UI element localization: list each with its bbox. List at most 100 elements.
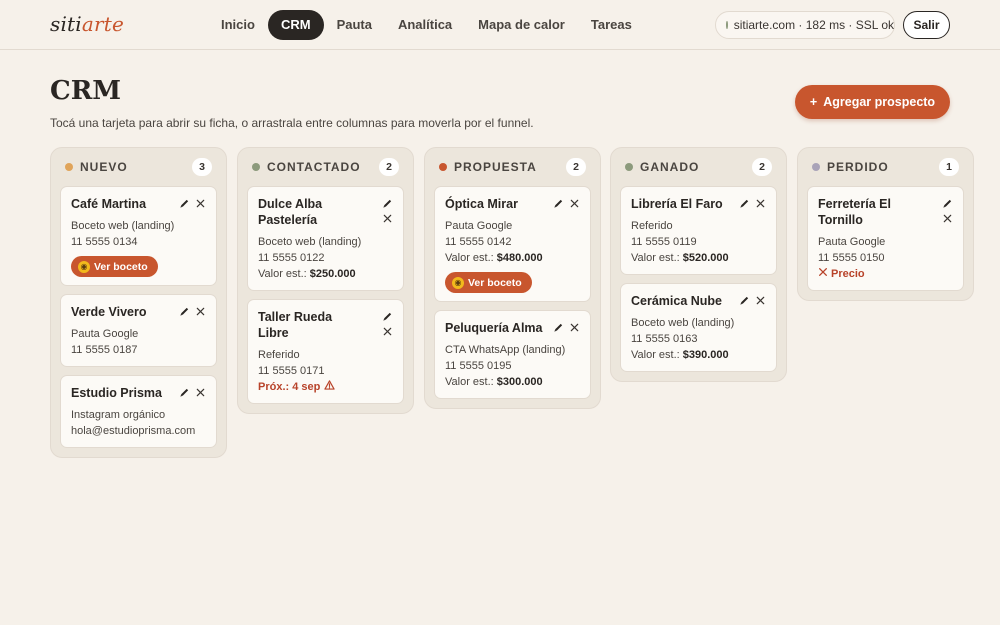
prospect-source: Boceto web (landing)	[631, 317, 735, 329]
prospect-contact: 11 5555 0134	[71, 236, 138, 248]
column-status-dot-icon	[65, 163, 73, 171]
nav-item-crm[interactable]: CRM	[267, 10, 324, 40]
column-count-badge: 2	[566, 158, 586, 176]
prospect-name: Ferretería El Tornillo	[818, 197, 891, 227]
column-title: CONTACTADO	[267, 160, 361, 174]
delete-close-icon[interactable]	[381, 212, 393, 224]
prospect-card[interactable]: Peluquería Alma CTA WhatsApp (landing) 11 …	[434, 310, 591, 399]
column-ganado[interactable]: GANADO 2 Librería El Faro Referido 11 5555 0…	[610, 147, 787, 382]
next-followup: Próx.: 4 sep	[258, 379, 393, 395]
prospect-card[interactable]: Taller Rueda Libre Referido 11 5555 0171 Pr…	[247, 299, 404, 404]
delete-close-icon[interactable]	[194, 305, 206, 317]
card-actions	[941, 197, 953, 224]
prospect-source: Referido	[631, 220, 673, 232]
edit-pencil-icon[interactable]	[178, 386, 190, 398]
nav-item-inicio[interactable]: Inicio	[208, 10, 268, 40]
card-header: Ferretería El Tornillo	[818, 196, 953, 228]
column-title: GANADO	[640, 160, 700, 174]
edit-pencil-icon[interactable]	[738, 294, 750, 306]
delete-close-icon[interactable]	[568, 321, 580, 333]
add-prospect-button[interactable]: + Agregar prospecto	[795, 85, 950, 119]
card-actions	[738, 294, 766, 306]
card-actions	[552, 321, 580, 333]
column-perdido[interactable]: PERDIDO 1 Ferretería El Tornillo Pauta Goog…	[797, 147, 974, 301]
card-header: Peluquería Alma	[445, 320, 580, 336]
estimated-value-amount: $300.000	[496, 376, 543, 388]
card-header: Óptica Mirar	[445, 196, 580, 212]
lost-reason: Precio	[818, 266, 953, 282]
delete-close-icon[interactable]	[941, 212, 953, 224]
mockup-emoji-icon: ◉	[78, 260, 90, 273]
view-mockup-label: Ver boceto	[94, 260, 148, 273]
column-header: PROPUESTA 2	[434, 148, 591, 186]
card-header: Café Martina	[71, 196, 206, 212]
prospect-name: Dulce Alba Pastelería	[258, 197, 323, 227]
card-actions	[381, 310, 393, 337]
nav-item-mapa-de-calor[interactable]: Mapa de calor	[465, 10, 578, 40]
edit-pencil-icon[interactable]	[552, 321, 564, 333]
site-status-text: sitiarte.com · 182 ms · SSL ok	[733, 18, 894, 32]
estimated-value-amount: $390.000	[682, 349, 729, 361]
view-mockup-button[interactable]: ◉ Ver boceto	[71, 256, 158, 277]
column-title: PERDIDO	[827, 160, 889, 174]
prospect-contact: 11 5555 0150	[818, 252, 885, 264]
column-nuevo[interactable]: NUEVO 3 Café Martina Boceto web (landing) 11…	[50, 147, 227, 458]
prospect-card[interactable]: Ferretería El Tornillo Pauta Google 11 555…	[807, 186, 964, 291]
edit-pencil-icon[interactable]	[552, 197, 564, 209]
edit-pencil-icon[interactable]	[178, 197, 190, 209]
card-header: Verde Vivero	[71, 304, 206, 320]
prospect-name: Verde Vivero	[71, 305, 147, 319]
column-contactado[interactable]: CONTACTADO 2 Dulce Alba Pastelería Boceto w…	[237, 147, 414, 414]
column-status-dot-icon	[439, 163, 447, 171]
brand-logo-part2: arte	[81, 12, 125, 36]
edit-pencil-icon[interactable]	[738, 197, 750, 209]
brand-logo[interactable]: sitiarte	[50, 12, 124, 36]
prospect-card[interactable]: Café Martina Boceto web (landing) 11 5555 …	[60, 186, 217, 286]
prospect-name: Óptica Mirar	[445, 197, 518, 211]
prospect-source: CTA WhatsApp (landing)	[445, 344, 566, 356]
edit-pencil-icon[interactable]	[381, 197, 393, 209]
edit-pencil-icon[interactable]	[941, 197, 953, 209]
view-mockup-button[interactable]: ◉ Ver boceto	[445, 272, 532, 293]
prospect-source: Pauta Google	[445, 220, 513, 232]
delete-close-icon[interactable]	[754, 294, 766, 306]
prospect-source: Referido	[258, 349, 300, 361]
prospect-contact: hola@estudioprisma.com	[71, 425, 196, 437]
lost-reason-text: Precio	[831, 268, 865, 280]
nav-item-pauta[interactable]: Pauta	[324, 10, 385, 40]
edit-pencil-icon[interactable]	[381, 310, 393, 322]
prospect-name: Taller Rueda Libre	[258, 310, 333, 340]
nav-item-tareas[interactable]: Tareas	[578, 10, 645, 40]
estimated-value: Valor est.: $390.000	[631, 347, 766, 363]
estimated-value: Valor est.: $300.000	[445, 374, 580, 390]
prospect-card[interactable]: Estudio Prisma Instagram orgánico hola@est…	[60, 375, 217, 448]
estimated-value: Valor est.: $480.000	[445, 250, 580, 266]
delete-close-icon[interactable]	[754, 197, 766, 209]
delete-close-icon[interactable]	[568, 197, 580, 209]
prospect-card[interactable]: Óptica Mirar Pauta Google 11 5555 0142 Valo…	[434, 186, 591, 302]
delete-close-icon[interactable]	[194, 386, 206, 398]
logout-button[interactable]: Salir	[903, 11, 950, 39]
estimated-value-label: Valor est.:	[445, 252, 494, 264]
prospect-card[interactable]: Dulce Alba Pastelería Boceto web (landing…	[247, 186, 404, 291]
warning-icon	[324, 379, 335, 395]
prospect-source: Instagram orgánico	[71, 409, 166, 421]
estimated-value-amount: $480.000	[496, 252, 543, 264]
brand-logo-part1: siti	[50, 12, 82, 36]
column-header: GANADO 2	[620, 148, 777, 186]
estimated-value-label: Valor est.:	[631, 252, 680, 264]
edit-pencil-icon[interactable]	[178, 305, 190, 317]
estimated-value-amount: $250.000	[309, 268, 356, 280]
prospect-card[interactable]: Librería El Faro Referido 11 5555 0119 Valo…	[620, 186, 777, 275]
card-actions	[178, 197, 206, 209]
delete-close-icon[interactable]	[381, 325, 393, 337]
column-propuesta[interactable]: PROPUESTA 2 Óptica Mirar Pauta Google 11 555…	[424, 147, 601, 409]
prospect-contact: 11 5555 0163	[631, 333, 698, 345]
prospect-card[interactable]: Cerámica Nube Boceto web (landing) 11 5555…	[620, 283, 777, 372]
estimated-value-amount: $520.000	[682, 252, 729, 264]
plus-icon: +	[809, 95, 818, 109]
prospect-card[interactable]: Verde Vivero Pauta Google 11 5555 0187	[60, 294, 217, 367]
card-actions	[178, 305, 206, 317]
nav-item-analitica[interactable]: Analítica	[385, 10, 465, 40]
delete-close-icon[interactable]	[194, 197, 206, 209]
